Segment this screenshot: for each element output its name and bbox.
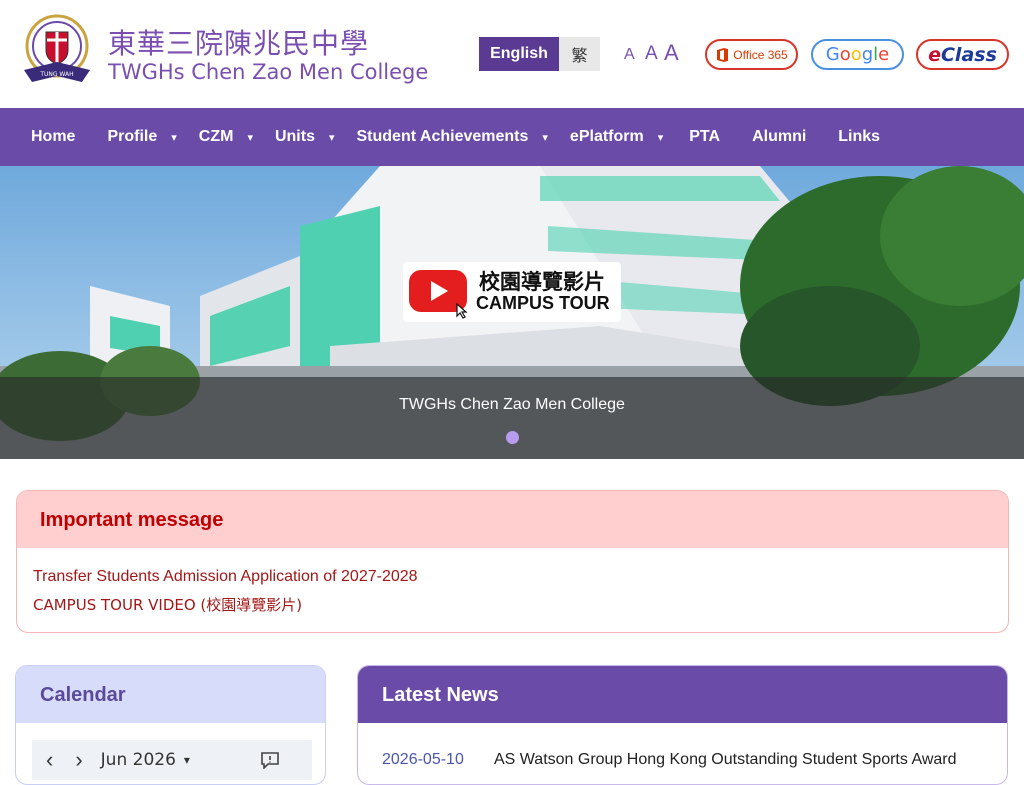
svg-text:TUNG WAH: TUNG WAH (39, 71, 73, 78)
campus-tour-english-label: CAMPUS TOUR (476, 293, 610, 313)
nav-item-student-achievements[interactable]: Student Achievements ▾ (357, 108, 548, 166)
nav-label: CZM (198, 128, 234, 145)
nav-item-profile[interactable]: Profile ▾ (107, 108, 176, 166)
chevron-right-icon[interactable]: › (75, 747, 82, 773)
youtube-play-icon (409, 270, 468, 319)
chevron-down-icon: ▾ (247, 131, 253, 144)
latest-news-title: Latest News (358, 666, 1007, 723)
nav-label: Student Achievements (356, 128, 529, 145)
nav-label: Home (31, 128, 76, 145)
office-icon (717, 47, 729, 62)
calendar-panel: Calendar ‹ › Jun 2026 ▾ (15, 665, 326, 785)
nav-label: Units (274, 128, 315, 145)
eclass-link[interactable]: e Class (916, 39, 1009, 70)
font-size-small-button[interactable]: A (624, 46, 635, 64)
slide-caption: TWGHs Chen Zao Men College (399, 396, 625, 413)
nav-item-pta[interactable]: PTA (689, 108, 720, 166)
google-letter: e (878, 44, 890, 65)
site-header: TUNG WAH 東華三院陳兆民中學 TWGHs Chen Zao Men Co… (0, 0, 1024, 108)
nav-item-alumni[interactable]: Alumni (752, 108, 806, 166)
nav-label: Profile (107, 128, 158, 145)
nav-label: Links (838, 128, 881, 145)
slide-indicator-dot[interactable] (506, 431, 519, 444)
school-name-chinese[interactable]: 東華三院陳兆民中學 (108, 22, 369, 62)
nav-item-links[interactable]: Links (838, 108, 880, 166)
hero-banner[interactable]: 校園導覽影片 CAMPUS TOUR TWGHs Chen Zao Men Co… (0, 166, 1024, 459)
google-link[interactable]: Google (811, 39, 904, 70)
font-size-large-button[interactable]: A (664, 40, 679, 66)
english-language-button[interactable]: English (479, 37, 559, 71)
nav-item-units[interactable]: Units ▾ (275, 108, 335, 166)
important-message-panel: Important message Transfer Students Admi… (16, 490, 1009, 633)
news-title-link[interactable]: AS Watson Group Hong Kong Outstanding St… (494, 751, 957, 769)
important-message-link[interactable]: Transfer Students Admission Application … (33, 568, 418, 586)
google-letter: G (825, 44, 840, 65)
nav-label: PTA (689, 128, 721, 145)
calendar-toolbar: ‹ › Jun 2026 ▾ (32, 740, 312, 780)
chevron-down-icon[interactable]: ▾ (184, 753, 190, 767)
google-letter: g (861, 44, 874, 65)
eclass-letter-e: e (928, 43, 941, 66)
calendar-month-label[interactable]: Jun 2026 (101, 750, 176, 770)
chevron-down-icon: ▾ (542, 131, 548, 144)
comment-icon[interactable] (260, 751, 280, 769)
eclass-word: Class (940, 43, 997, 66)
language-switcher: English 繁 (479, 37, 600, 71)
nav-item-eplatform[interactable]: ePlatform ▾ (570, 108, 663, 166)
chevron-down-icon: ▾ (657, 131, 664, 144)
main-navigation: Home Profile ▾ CZM ▾ Units ▾ Student Achiev… (0, 108, 1024, 166)
chinese-language-button[interactable]: 繁 (559, 37, 600, 71)
chevron-left-icon[interactable]: ‹ (46, 747, 53, 773)
chevron-down-icon: ▾ (171, 131, 177, 144)
news-date: 2026-05-10 (382, 751, 464, 768)
font-size-medium-button[interactable]: A (645, 43, 658, 65)
office365-label: Office 365 (733, 47, 788, 62)
chevron-down-icon: ▾ (328, 131, 335, 144)
important-message-title: Important message (17, 491, 1008, 548)
nav-label: Alumni (752, 128, 807, 145)
google-letter: o (850, 44, 862, 65)
nav-item-home[interactable]: Home (31, 108, 75, 166)
slide-caption-bar (0, 377, 1024, 459)
important-message-link[interactable]: CAMPUS TOUR VIDEO (校園導覽影片) (33, 594, 302, 615)
latest-news-panel: Latest News 2026-05-10 AS Watson Group H… (357, 665, 1008, 785)
campus-tour-badge[interactable]: 校園導覽影片 CAMPUS TOUR (403, 262, 621, 322)
office365-link[interactable]: Office 365 (705, 39, 798, 70)
google-letter: o (839, 44, 851, 65)
school-name-english[interactable]: TWGHs Chen Zao Men College (108, 60, 428, 84)
calendar-title: Calendar (16, 666, 325, 723)
nav-item-czm[interactable]: CZM ▾ (199, 108, 253, 166)
nav-label: ePlatform (569, 128, 644, 145)
campus-tour-chinese-label: 校園導覽影片 (479, 270, 605, 294)
school-crest-icon[interactable]: TUNG WAH (16, 12, 98, 92)
